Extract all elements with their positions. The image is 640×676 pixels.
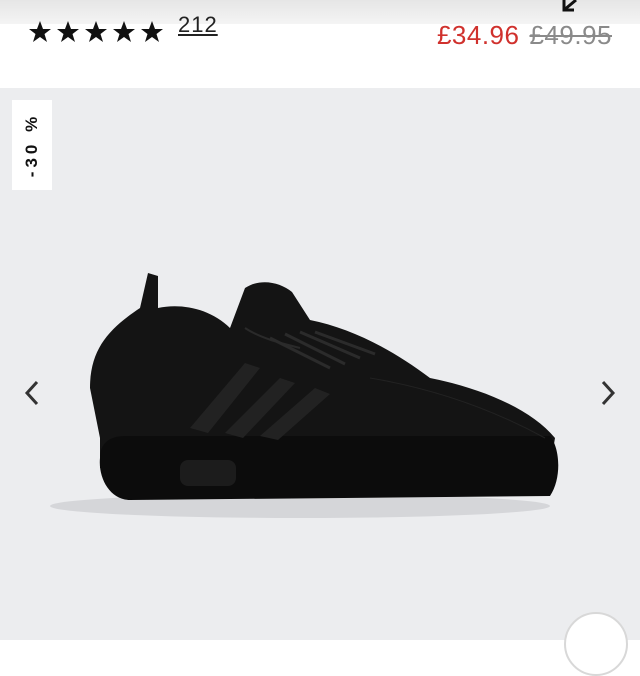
star-icon	[57, 21, 79, 42]
product-image-gallery[interactable]: -30 %	[0, 88, 640, 676]
sale-price: £34.96	[436, 20, 520, 50]
rating-stars	[28, 20, 164, 44]
chevron-right-icon[interactable]	[598, 378, 618, 408]
star-icon	[85, 21, 107, 42]
star-icon	[113, 21, 135, 42]
share-icon[interactable]	[562, 0, 582, 12]
star-icon	[29, 21, 51, 42]
original-price: £49.95	[529, 20, 612, 50]
product-image	[50, 273, 559, 518]
price-block: £34.96 £49.95	[437, 20, 612, 51]
floating-action-button[interactable]	[564, 612, 628, 676]
product-rating[interactable]: 212	[28, 12, 218, 44]
star-icon	[141, 21, 163, 42]
discount-badge: -30 %	[12, 100, 52, 190]
review-count-link[interactable]: 212	[178, 12, 218, 38]
discount-badge-label: -30 %	[22, 112, 42, 178]
product-header: 212 £34.96 £49.95	[0, 0, 640, 88]
